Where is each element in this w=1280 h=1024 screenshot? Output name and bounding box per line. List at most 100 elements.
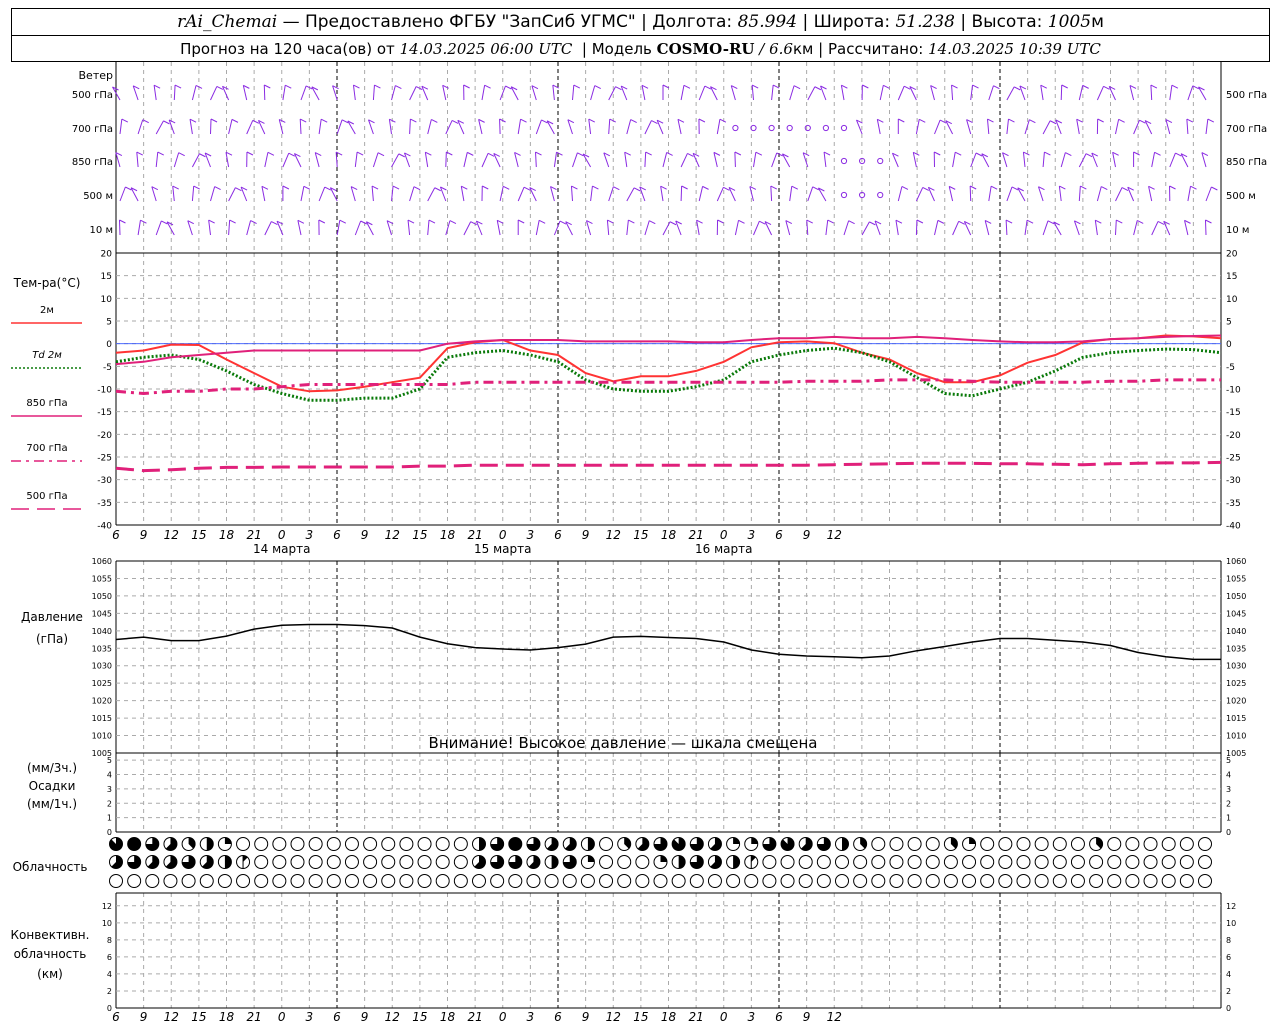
wind-barb <box>553 220 561 236</box>
wind-barb-flag <box>823 151 831 156</box>
precip-tick-label-right: 4 <box>1226 771 1231 780</box>
cloud-cover-mark <box>435 837 450 851</box>
wind-barb <box>409 186 415 202</box>
wind-barb <box>1184 220 1189 236</box>
temp-tick-label-left: -35 <box>97 499 112 509</box>
cloud-cover-mark <box>1034 837 1049 851</box>
wind-level-label-left: 500 м <box>83 191 113 202</box>
wind-barb <box>1169 85 1173 101</box>
x-tick-label: 3 <box>748 528 756 542</box>
x-tick-label-bottom: 21 <box>467 1010 482 1024</box>
wind-barb <box>698 186 704 202</box>
wind-barb-flag <box>666 151 673 156</box>
temp-tick-label-right: -10 <box>1226 386 1241 396</box>
cloud-cover-mark <box>1125 837 1140 851</box>
cloud-cover-mark <box>907 874 922 888</box>
wind-barb-flag <box>704 85 712 90</box>
wind-barb-flag <box>1116 219 1123 224</box>
x-tick-label: 9 <box>140 528 148 542</box>
wind-barb-flag <box>285 84 292 89</box>
wind-barb-flag <box>770 185 778 190</box>
cloud-cover-mark <box>853 874 868 888</box>
press-tick-label-right: 1055 <box>1226 574 1246 583</box>
wind-barb <box>1148 186 1153 202</box>
cloud-cover-fill <box>479 837 486 851</box>
wind-barb <box>354 152 358 168</box>
x-tick-label-bottom: 6 <box>333 1010 341 1024</box>
cloud-cover-mark <box>1143 874 1158 888</box>
wind-barb <box>1187 85 1194 101</box>
wind-level-label-right: 500 гПа <box>1226 90 1267 101</box>
wind-barb-flag <box>431 118 438 123</box>
wind-barb <box>988 186 992 202</box>
temp-tick-label-right: -30 <box>1226 476 1241 486</box>
cloud-cover-mark <box>1070 874 1085 888</box>
precip-tick-label-right: 0 <box>1226 828 1231 837</box>
wind-barb-flag <box>759 220 766 225</box>
wind-barb <box>734 220 740 236</box>
wind-barb <box>897 186 903 202</box>
x-tick-label: 0 <box>720 528 728 542</box>
cloud-cover-mark <box>816 874 831 888</box>
x-tick-label-bottom: 15 <box>633 1010 648 1024</box>
press-tick-label-left: 1025 <box>92 679 112 688</box>
wind-calm-mark <box>768 124 775 132</box>
cloud-cover-mark <box>980 855 995 869</box>
x-tick-label: 18 <box>661 528 677 542</box>
cloud-cover-mark <box>671 874 686 888</box>
wind-barb-flag <box>538 219 546 224</box>
cloud-cover-mark <box>744 874 759 888</box>
wind-barb <box>1096 86 1104 101</box>
wind-barb <box>608 119 611 135</box>
wind-barb-flag <box>451 119 459 124</box>
cloud-cover-mark <box>798 855 813 869</box>
wind-barb <box>210 118 212 135</box>
wind-barb-flag <box>353 84 360 89</box>
wind-barb-flag <box>919 118 926 123</box>
cloud-cover-mark <box>925 874 940 888</box>
date-label: 14 марта <box>253 542 310 556</box>
conv-tick-label-left: 4 <box>107 970 112 979</box>
temp-legend-label: 2м <box>40 305 54 316</box>
cloud-cover-mark <box>998 855 1013 869</box>
cloud-cover-mark <box>1052 855 1067 869</box>
x-tick-label-bottom: 9 <box>582 1010 590 1024</box>
wind-barb-flag <box>793 85 801 90</box>
x-tick-label-bottom: 0 <box>499 1010 507 1024</box>
temp-tick-label-right: -20 <box>1226 431 1241 441</box>
wind-barb-flag <box>1205 219 1212 224</box>
x-tick-label: 18 <box>219 528 235 542</box>
cloud-cover-mark <box>599 874 614 888</box>
wind-barb-flag <box>592 185 599 190</box>
wind-barb <box>789 85 795 101</box>
wind-barb-flag <box>216 85 224 90</box>
wind-barb <box>984 220 990 236</box>
wind-barb-flag <box>791 185 799 190</box>
cloud-cover-mark <box>308 837 323 851</box>
x-tick-label: 12 <box>827 528 842 542</box>
cloud-cover-mark <box>1052 837 1067 851</box>
x-tick-label-bottom: 15 <box>412 1010 427 1024</box>
precip-tick-label-left: 3 <box>107 785 112 794</box>
wind-barb <box>716 119 721 135</box>
cloud-cover-fill <box>733 837 740 844</box>
cloud-cover-mark <box>254 855 269 869</box>
cloud-cover-mark <box>1125 874 1140 888</box>
wind-barb <box>442 85 447 101</box>
wind-barb-flag <box>719 118 727 123</box>
wind-barb <box>1205 119 1209 135</box>
cloud-cover-mark <box>635 874 650 888</box>
wind-barb <box>282 152 290 168</box>
wind-level-label-right: 700 гПа <box>1226 124 1267 135</box>
wind-barb-flag <box>264 84 271 89</box>
wind-barb <box>535 220 540 236</box>
wind-barb <box>771 85 774 101</box>
conv-tick-label-right: 8 <box>1226 936 1231 945</box>
cloud-cover-mark <box>962 855 977 869</box>
wind-barb <box>263 84 266 101</box>
x-tick-label-bottom: 12 <box>164 1010 179 1024</box>
precip-title: Осадки <box>29 779 76 793</box>
wind-barb <box>572 85 575 101</box>
cloud-cover-fill <box>678 855 686 869</box>
wind-barb <box>1094 220 1098 236</box>
